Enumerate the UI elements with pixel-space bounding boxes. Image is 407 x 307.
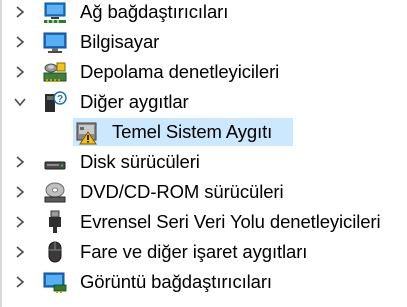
tree-item-network-adapters[interactable]: Ağ bağdaştırıcıları (0, 0, 407, 27)
computer-monitor-icon (43, 32, 67, 53)
chevron-right-icon[interactable] (10, 31, 30, 53)
other-devices-icon: ? (45, 91, 67, 112)
tree-item-label: Ağ bağdaştırıcıları (80, 1, 229, 22)
tree-item-storage-controllers[interactable]: Depolama denetleyicileri (0, 57, 407, 87)
tree-item-optical-drives[interactable]: DVD/CD-ROM sürücüleri (0, 177, 407, 207)
usb-plug-icon (49, 210, 61, 233)
svg-text:?: ? (57, 94, 63, 105)
tree-item-disk-drives[interactable]: Disk sürücüleri (0, 147, 407, 177)
tree-item-label: Fare ve diğer işaret aygıtları (80, 241, 308, 262)
chevron-right-icon[interactable] (10, 211, 30, 233)
tree-item-label: Bilgisayar (80, 31, 160, 52)
tree-item-basic-system-device[interactable]: Temel Sistem Aygıtı (0, 117, 407, 147)
disk-drive-icon (44, 161, 66, 170)
tree-item-usb-controllers[interactable]: Evrensel Seri Veri Yolu denetleyicileri (0, 207, 407, 237)
network-adapter-icon (44, 2, 66, 23)
optical-drive-icon (44, 182, 66, 203)
device-manager-tree: Ağ bağdaştırıcıları Bilgisayar Depolama … (0, 0, 407, 307)
display-adapter-icon (43, 272, 67, 293)
tree-item-label: Görüntü bağdaştırıcıları (80, 271, 272, 292)
unknown-device-warning-icon (76, 122, 97, 145)
mouse-icon (48, 241, 62, 263)
tree-item-computer[interactable]: Bilgisayar (0, 27, 407, 57)
tree-item-label: Evrensel Seri Veri Yolu denetleyicileri (80, 211, 381, 232)
chevron-right-icon[interactable] (10, 61, 30, 83)
tree-item-mice[interactable]: Fare ve diğer işaret aygıtları (0, 237, 407, 267)
chevron-right-icon[interactable] (10, 241, 30, 263)
chevron-right-icon[interactable] (10, 1, 30, 23)
tree-item-other-devices[interactable]: ? Diğer aygıtlar (0, 87, 407, 117)
chevron-down-icon[interactable] (10, 91, 30, 113)
tree-item-label: DVD/CD-ROM sürücüleri (80, 181, 284, 202)
tree-item-label: Disk sürücüleri (80, 151, 200, 172)
tree-item-label: Diğer aygıtlar (80, 91, 189, 112)
chevron-right-icon[interactable] (10, 271, 30, 293)
chevron-right-icon[interactable] (10, 151, 30, 173)
storage-controller-icon (43, 62, 67, 82)
tree-item-label: Temel Sistem Aygıtı (112, 121, 273, 142)
tree-item-display-adapters[interactable]: Görüntü bağdaştırıcıları (0, 267, 407, 297)
tree-item-label: Depolama denetleyicileri (80, 61, 280, 82)
chevron-right-icon[interactable] (10, 181, 30, 203)
